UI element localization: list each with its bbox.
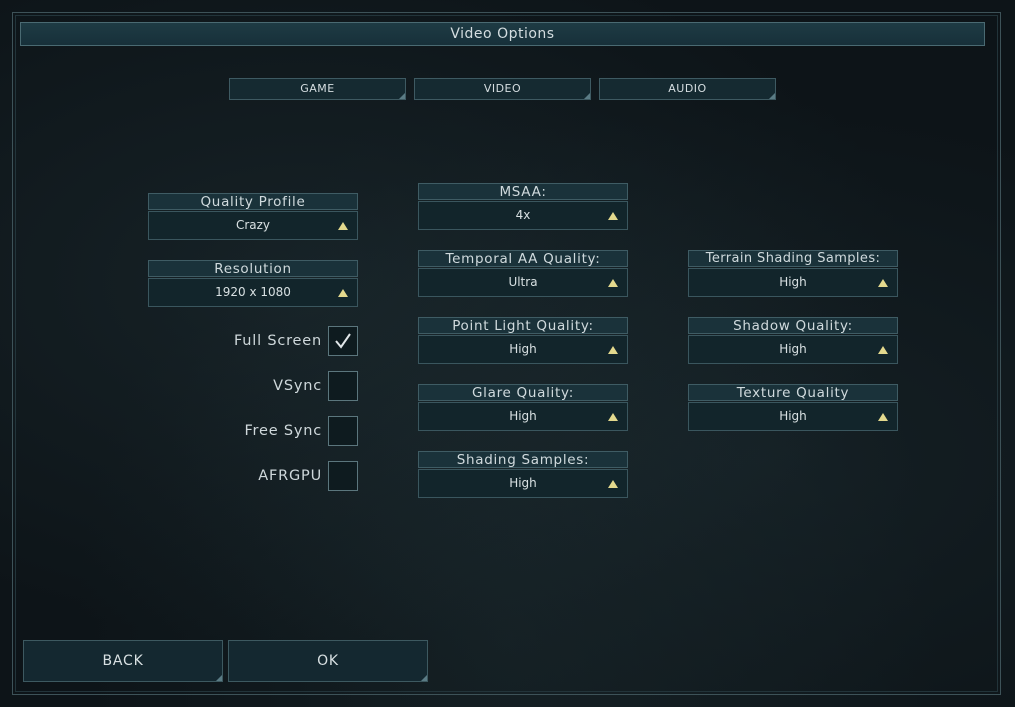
shadow-setting: Shadow Quality: High xyxy=(688,317,898,364)
texture-setting: Texture Quality High xyxy=(688,384,898,431)
point-light-label: Point Light Quality: xyxy=(418,317,628,334)
afrgpu-row: AFRGPU xyxy=(200,461,358,493)
afrgpu-checkbox[interactable] xyxy=(328,461,358,491)
vsync-row: VSync xyxy=(200,371,358,403)
triangle-up-icon[interactable] xyxy=(338,289,348,297)
msaa-setting: MSAA: 4x xyxy=(418,183,628,230)
resolution-label: Resolution xyxy=(148,260,358,277)
triangle-up-icon[interactable] xyxy=(608,279,618,287)
ok-button[interactable]: OK xyxy=(228,640,428,682)
glare-value: High xyxy=(509,409,537,423)
shading-samples-value: High xyxy=(509,476,537,490)
quality-profile-dropdown[interactable]: Crazy xyxy=(148,211,358,240)
full-screen-label: Full Screen xyxy=(233,333,322,349)
quality-profile-label: Quality Profile xyxy=(148,193,358,210)
glare-dropdown[interactable]: High xyxy=(418,402,628,431)
full-screen-checkbox[interactable] xyxy=(328,326,358,356)
triangle-up-icon[interactable] xyxy=(608,480,618,488)
shadow-value: High xyxy=(779,342,807,356)
quality-profile-value: Crazy xyxy=(235,218,271,232)
triangle-up-icon[interactable] xyxy=(878,279,888,287)
tab-video[interactable]: VIDEO xyxy=(414,78,591,100)
temporal-aa-label: Temporal AA Quality: xyxy=(418,250,628,267)
glare-label: Glare Quality: xyxy=(418,384,628,401)
full-screen-row: Full Screen xyxy=(200,326,358,358)
triangle-up-icon[interactable] xyxy=(878,346,888,354)
msaa-label: MSAA: xyxy=(418,183,628,200)
free-sync-label: Free Sync xyxy=(244,423,322,439)
terrain-shading-setting: Terrain Shading Samples: High xyxy=(688,250,898,297)
texture-dropdown[interactable]: High xyxy=(688,402,898,431)
temporal-aa-setting: Temporal AA Quality: Ultra xyxy=(418,250,628,297)
tab-audio[interactable]: AUDIO xyxy=(599,78,776,100)
texture-value: High xyxy=(779,409,807,423)
free-sync-checkbox[interactable] xyxy=(328,416,358,446)
window-title: Video Options xyxy=(20,22,985,46)
point-light-setting: Point Light Quality: High xyxy=(418,317,628,364)
temporal-aa-dropdown[interactable]: Ultra xyxy=(418,268,628,297)
resolution-dropdown[interactable]: 1920 x 1080 xyxy=(148,278,358,307)
shading-samples-dropdown[interactable]: High xyxy=(418,469,628,498)
free-sync-row: Free Sync xyxy=(200,416,358,448)
shading-samples-label: Shading Samples: xyxy=(418,451,628,468)
temporal-aa-value: Ultra xyxy=(508,275,538,289)
check-icon xyxy=(335,333,351,349)
shadow-dropdown[interactable]: High xyxy=(688,335,898,364)
point-light-dropdown[interactable]: High xyxy=(418,335,628,364)
quality-profile-setting: Quality Profile Crazy xyxy=(148,193,358,240)
resolution-value: 1920 x 1080 xyxy=(215,285,291,299)
msaa-dropdown[interactable]: 4x xyxy=(418,201,628,230)
triangle-up-icon[interactable] xyxy=(608,212,618,220)
terrain-shading-label: Terrain Shading Samples: xyxy=(688,250,898,267)
afrgpu-label: AFRGPU xyxy=(258,468,322,484)
vsync-label: VSync xyxy=(273,378,322,394)
shadow-label: Shadow Quality: xyxy=(688,317,898,334)
msaa-value: 4x xyxy=(515,208,531,222)
vsync-checkbox[interactable] xyxy=(328,371,358,401)
terrain-shading-value: High xyxy=(779,275,807,289)
terrain-shading-dropdown[interactable]: High xyxy=(688,268,898,297)
glare-setting: Glare Quality: High xyxy=(418,384,628,431)
triangle-up-icon[interactable] xyxy=(608,413,618,421)
texture-label: Texture Quality xyxy=(688,384,898,401)
triangle-up-icon[interactable] xyxy=(338,222,348,230)
resolution-setting: Resolution 1920 x 1080 xyxy=(148,260,358,307)
triangle-up-icon[interactable] xyxy=(608,346,618,354)
tab-game[interactable]: GAME xyxy=(229,78,406,100)
triangle-up-icon[interactable] xyxy=(878,413,888,421)
point-light-value: High xyxy=(509,342,537,356)
back-button[interactable]: BACK xyxy=(23,640,223,682)
shading-samples-setting: Shading Samples: High xyxy=(418,451,628,498)
